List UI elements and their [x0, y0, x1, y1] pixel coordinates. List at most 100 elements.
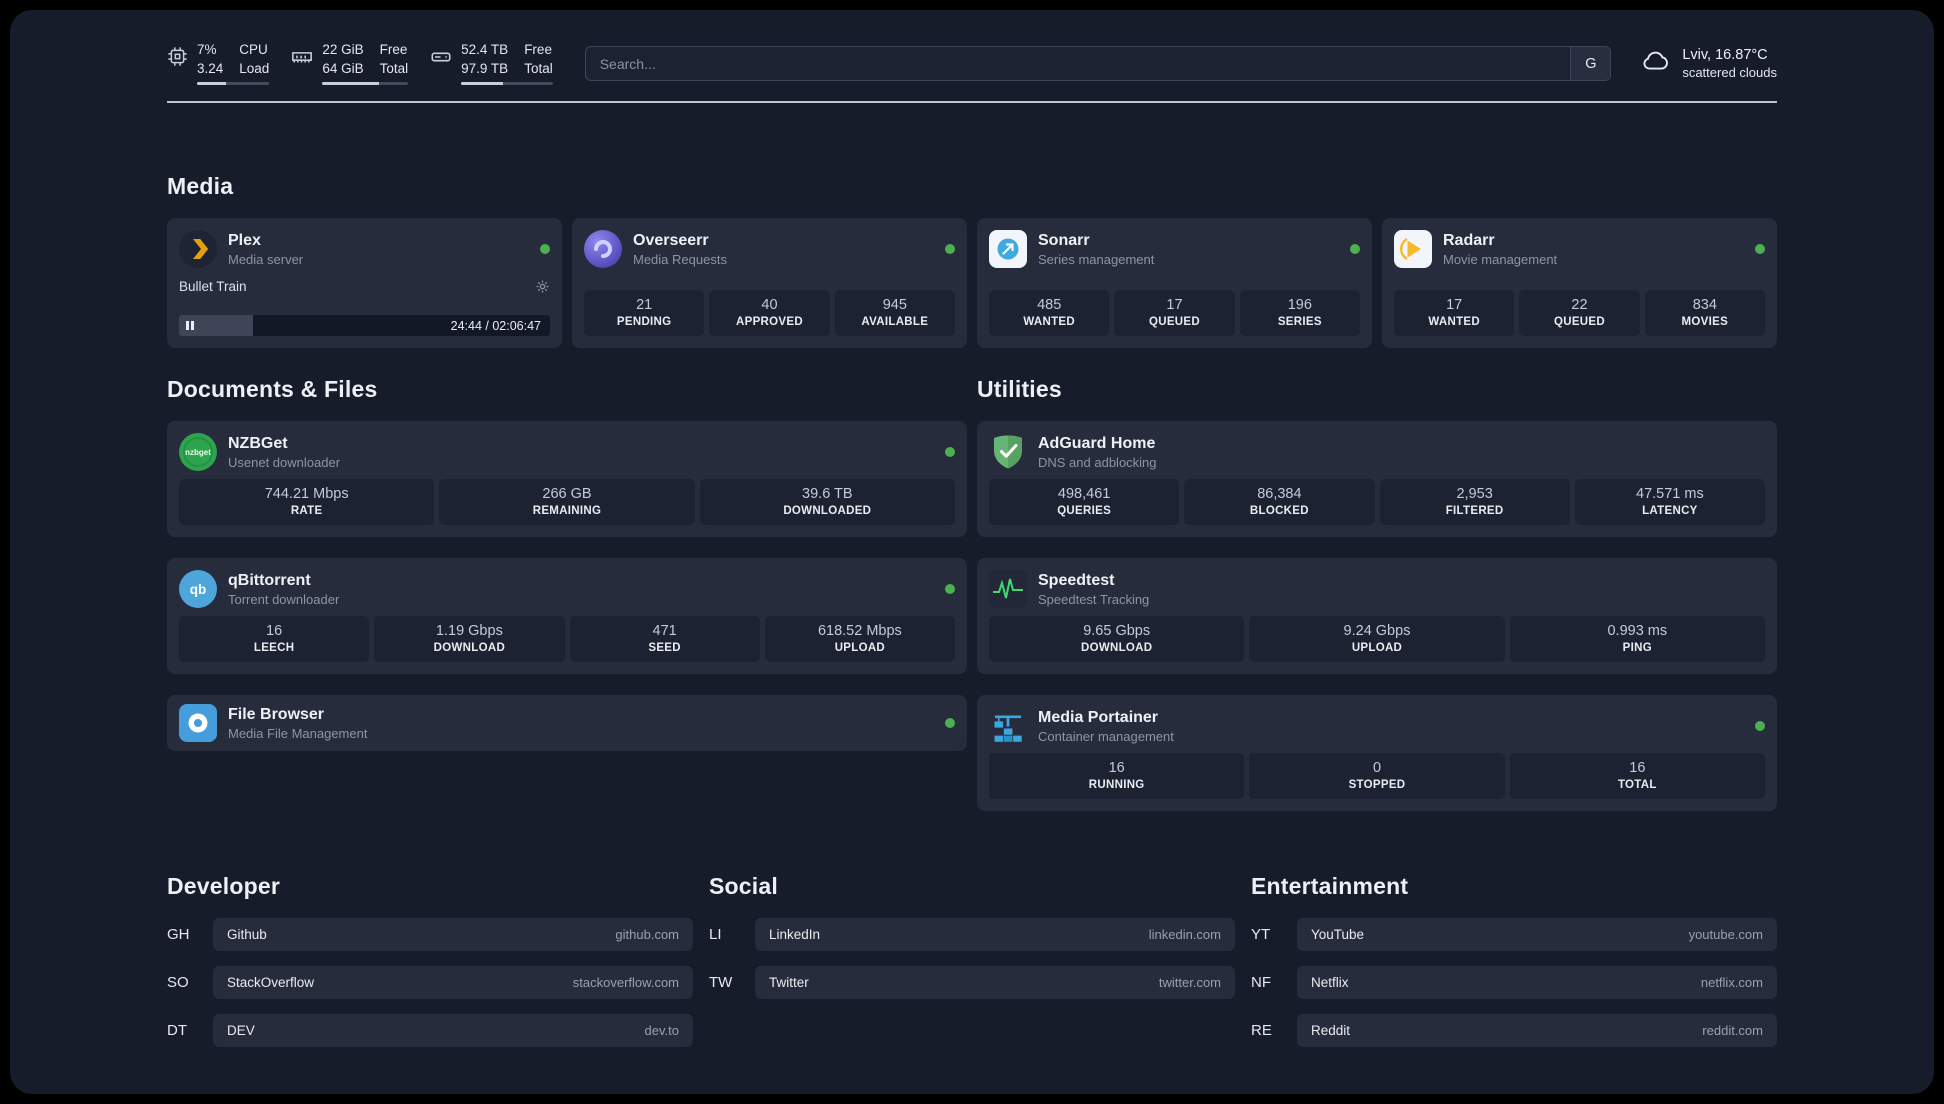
app-name: Radarr [1443, 231, 1495, 249]
bookmark-abbr: TW [709, 974, 733, 992]
pause-icon[interactable] [186, 321, 194, 331]
search-engine-button[interactable]: G [1570, 47, 1611, 81]
weather-widget[interactable]: Lviv, 16.87°C scattered clouds [1641, 47, 1777, 80]
status-dot [945, 447, 955, 458]
bookmark-abbr: NF [1251, 974, 1271, 992]
status-dot [1755, 244, 1765, 255]
app-name: NZBGet [228, 434, 288, 452]
search-bar: G [584, 46, 1612, 82]
app-card-radarr[interactable]: Radarr Movie management 17 WANTED 22 QUE… [1382, 218, 1777, 349]
stat-tile: 471 SEED [569, 616, 760, 663]
memory-widget: 22 GiB 64 GiB Free Total [291, 42, 409, 86]
stat-tile: 16 RUNNING [989, 753, 1245, 800]
ram-free-value: 22 GiB [322, 42, 364, 57]
stat-tile: 9.24 Gbps UPLOAD [1249, 616, 1505, 663]
app-subtitle: Torrent downloader [228, 591, 340, 607]
app-card-media-portainer[interactable]: Media Portainer Container management 16 … [977, 695, 1777, 812]
bookmark-row: RE Reddit reddit.com [1251, 1014, 1777, 1048]
bookmark-row: LI LinkedIn linkedin.com [709, 918, 1235, 952]
bookmark-abbr: YT [1251, 926, 1271, 944]
portainer-icon [989, 707, 1027, 745]
documents-files-section: Documents & Files nzbget NZBGet Usenet d… [167, 376, 967, 752]
utilities-section: Utilities AdGuard Home DNS and adblockin… [977, 376, 1777, 812]
status-dot [1755, 721, 1765, 732]
bookmark-link-youtube[interactable]: YouTube youtube.com [1297, 918, 1777, 952]
cpu-usage-bar [197, 82, 270, 86]
app-card-speedtest[interactable]: Speedtest Speedtest Tracking 9.65 Gbps D… [977, 558, 1777, 675]
app-card-nzbget[interactable]: nzbget NZBGet Usenet downloader 744.21 M… [167, 421, 967, 538]
disk-free-value: 52.4 TB [461, 42, 509, 57]
stat-tile: 945 AVAILABLE [834, 290, 955, 337]
radarr-icon [1394, 230, 1432, 269]
bookmark-row: SO StackOverflow stackoverflow.com [167, 966, 693, 1000]
stat-tile: 485 WANTED [989, 290, 1110, 337]
app-name: Plex [228, 231, 261, 249]
section-title-documents-files: Documents & Files [167, 376, 378, 403]
bookmark-row: DT DEV dev.to [167, 1014, 693, 1048]
app-subtitle: Media server [228, 251, 304, 267]
bookmark-abbr: DT [167, 1022, 187, 1040]
stat-tile: 22 QUEUED [1519, 290, 1640, 337]
cpu-icon [167, 46, 188, 67]
svg-text:nzbget: nzbget [185, 448, 211, 457]
stat-tile: 16 TOTAL [1509, 753, 1765, 800]
bookmark-link-stackoverflow[interactable]: StackOverflow stackoverflow.com [213, 966, 693, 1000]
app-subtitle: Media Requests [633, 251, 727, 267]
topbar-divider [167, 101, 1777, 104]
bookmark-row: TW Twitter twitter.com [709, 966, 1235, 1000]
app-card-overseerr[interactable]: Overseerr Media Requests 21 PENDING 40 A… [572, 218, 967, 349]
bookmark-link-twitter[interactable]: Twitter twitter.com [755, 966, 1235, 1000]
disk-widget: 52.4 TB 97.9 TB Free Total [430, 42, 553, 86]
stat-tile: 39.6 TB DOWNLOADED [699, 479, 955, 526]
status-dot [1350, 244, 1360, 255]
app-subtitle: Speedtest Tracking [1038, 591, 1150, 607]
app-card-qbittorrent[interactable]: qb qBittorrent Torrent downloader 16 LEE… [167, 558, 967, 675]
stat-tile: 17 QUEUED [1114, 290, 1235, 337]
stat-tile: 86,384 BLOCKED [1184, 479, 1375, 526]
sonarr-icon [989, 230, 1027, 269]
playback-progress-bar[interactable]: 24:44 / 02:06:47 [179, 315, 550, 337]
overseerr-icon [584, 230, 622, 269]
playback-time: 24:44 / 02:06:47 [450, 318, 541, 333]
bookmark-link-linkedin[interactable]: LinkedIn linkedin.com [755, 918, 1235, 952]
cpu-widget: 7% 3.24 CPU Load [167, 42, 270, 86]
bookmark-row: GH Github github.com [167, 918, 693, 952]
stat-tile: 266 GB REMAINING [439, 479, 695, 526]
app-name: Sonarr [1038, 231, 1090, 249]
stat-tile: 196 SERIES [1239, 290, 1360, 337]
section-title-developer: Developer [167, 873, 281, 900]
section-title-media: Media [167, 173, 234, 200]
app-card-plex[interactable]: Plex Media server Bullet Train 24:44 / 0… [167, 218, 562, 349]
search-input[interactable] [585, 47, 1571, 81]
bookmark-abbr: SO [167, 974, 189, 992]
gear-icon[interactable] [535, 279, 550, 294]
bookmark-group-social: Social LI LinkedIn linkedin.com TW Twitt… [709, 873, 1235, 1000]
bookmark-link-reddit[interactable]: Reddit reddit.com [1297, 1014, 1777, 1048]
app-subtitle: Usenet downloader [228, 454, 341, 470]
disk-label-1: Free [524, 42, 552, 57]
stat-tile: 9.65 Gbps DOWNLOAD [989, 616, 1245, 663]
bookmark-abbr: RE [1251, 1022, 1272, 1040]
media-grid: Plex Media server Bullet Train 24:44 / 0… [167, 218, 1777, 349]
app-name: Media Portainer [1038, 708, 1159, 726]
bookmark-link-netflix[interactable]: Netflix netflix.com [1297, 966, 1777, 1000]
app-card-filebrowser[interactable]: File Browser Media File Management [167, 695, 967, 752]
bookmark-row: NF Netflix netflix.com [1251, 966, 1777, 1000]
stat-tile: 16 LEECH [179, 616, 370, 663]
status-dot [945, 584, 955, 595]
bookmark-abbr: LI [709, 926, 722, 944]
app-card-adguard-home[interactable]: AdGuard Home DNS and adblocking 498,461 … [977, 421, 1777, 538]
ram-icon [291, 46, 313, 68]
app-subtitle: Media File Management [228, 725, 368, 741]
disk-total-value: 97.9 TB [461, 60, 509, 76]
middle-columns: Documents & Files nzbget NZBGet Usenet d… [167, 376, 1777, 812]
stat-tile: 2,953 FILTERED [1379, 479, 1570, 526]
bookmark-link-dev[interactable]: DEV dev.to [213, 1014, 693, 1048]
app-card-sonarr[interactable]: Sonarr Series management 485 WANTED 17 Q… [977, 218, 1372, 349]
ram-label-1: Free [379, 42, 408, 57]
status-dot [945, 718, 955, 729]
bookmark-link-github[interactable]: Github github.com [213, 918, 693, 952]
app-name: File Browser [228, 705, 325, 723]
cloud-icon [1641, 49, 1671, 78]
cpu-label-2: Load [239, 60, 270, 76]
